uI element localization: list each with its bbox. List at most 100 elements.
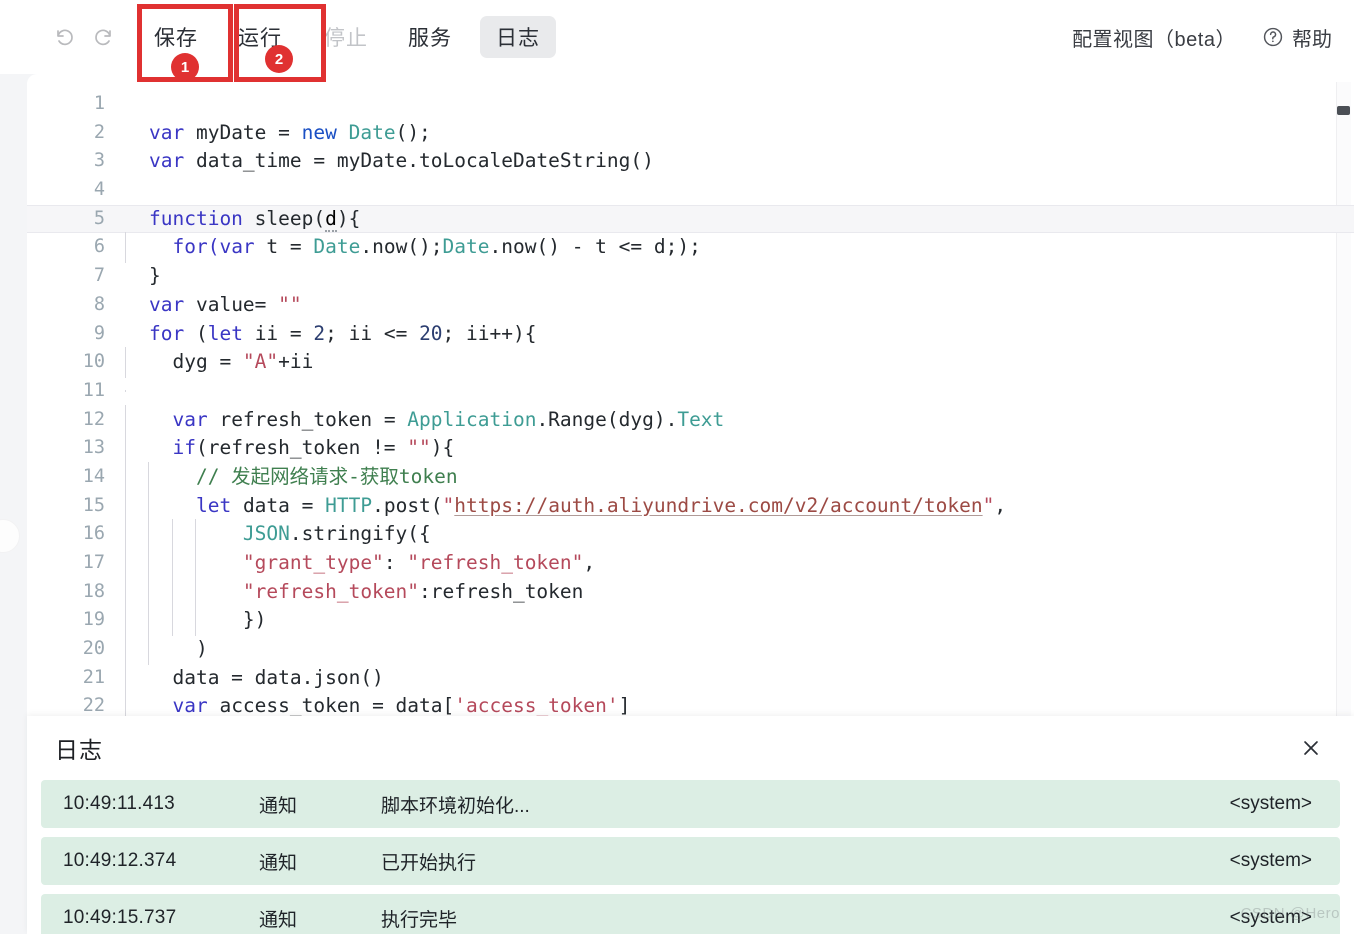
code-line[interactable]: 4 [27,176,1354,205]
log-row[interactable]: 10:49:15.737 通知 执行完毕 <system> [41,894,1340,934]
code-token: +ii [278,350,314,374]
code-line[interactable]: 1 [27,90,1354,119]
code-token: Date [348,120,396,144]
save-button[interactable]: 保存 [138,16,214,58]
code-token: }) [149,608,267,632]
line-number: 3 [93,150,105,172]
code-token: , [994,493,1007,517]
code-line[interactable]: 15 let data = HTTP.post("https://auth.al… [27,490,1354,522]
code-token: data_time = myDate.toLocaleDateString() [195,149,654,173]
code-line[interactable]: 7} [27,262,1354,291]
code-lines-container[interactable]: 1 2 var myDate = new Date(); 3 var data_time… [27,74,1354,716]
line-number: 2 [93,121,105,143]
code-line[interactable]: 12 var refresh_token = Application.Range… [27,404,1354,436]
log-rows-container: 10:49:11.413 通知 脚本环境初始化... <system> 10:49:12… [27,780,1354,934]
code-token: "refresh_token" [407,551,584,574]
code-line[interactable]: 11 [27,377,1354,406]
code-line[interactable]: 6 for(var t = Date.now();Date.now() - t … [27,232,1354,264]
code-line[interactable]: 20 ) [27,634,1354,665]
code-line[interactable]: 16 JSON.stringify({ [27,519,1354,551]
config-view-button[interactable]: 配置视图（beta） [1072,23,1236,52]
indent-guide [195,605,197,637]
log-time: 10:49:11.413 [63,793,175,814]
indent-guide [125,691,126,716]
indent-guide [125,347,126,378]
code-token: ){ [430,436,455,460]
line-number: 6 [93,236,105,258]
code-token: 'access_token' [454,694,619,716]
code-token: Application [407,407,537,431]
code-editor[interactable]: 1 2 var myDate = new Date(); 3 var data_time… [27,74,1354,716]
code-text: data = data.json() [123,662,1354,694]
indent-guide [125,232,126,264]
code-token: t = [266,235,314,259]
log-row[interactable]: 10:49:11.413 通知 脚本环境初始化... <system> [41,780,1340,828]
line-number: 5 [93,207,105,229]
code-token: "grant_type" [242,551,384,574]
code-token: :refresh_token [419,579,584,603]
help-circle-icon [1262,26,1284,48]
code-line[interactable]: 22 var access_token = data['access_token… [27,691,1354,716]
code-line[interactable]: 13 if(refresh_token != ""){ [27,433,1354,464]
indent-guide [125,433,126,464]
code-text: var value= "" [123,291,1354,320]
code-token: ) [149,637,208,661]
code-token: ){ [336,206,361,230]
code-line[interactable]: 21 data = data.json() [27,662,1354,694]
log-time: 10:49:15.737 [63,907,177,928]
code-line[interactable]: 3 var data_time = myDate.toLocaleDateStri… [27,147,1354,176]
code-line[interactable]: 18 "refresh_token":refresh_token [27,576,1354,608]
redo-icon[interactable] [84,17,124,57]
log-tab-button[interactable]: 日志 [480,16,556,58]
code-line[interactable]: 14 // 发起网络请求-获取token [27,461,1354,493]
code-token: " [982,493,995,517]
toolbar-left-group: 保存 运行 停止 服务 日志 [44,0,556,74]
code-token: .stringify({ [289,522,431,546]
line-number: 13 [82,437,105,459]
line-number: 16 [82,523,105,545]
log-source: <system> [1229,793,1312,814]
log-message: 脚本环境初始化... [381,795,530,817]
code-token: " [442,493,455,517]
code-line[interactable]: 9 for (let ii = 2; ii <= 20; ii++){ [27,320,1354,349]
code-line[interactable]: 8 var value= "" [27,291,1354,320]
toolbar-right-group: 配置视图（beta） 帮助 [1072,23,1336,52]
code-line[interactable]: 10 dyg = "A"+ii [27,347,1354,378]
undo-icon[interactable] [44,17,84,57]
code-token: "refresh_token" [242,579,420,603]
code-token: ii = [254,321,314,345]
log-level: 通知 [259,852,298,874]
indent-guide [125,662,126,694]
service-button[interactable]: 服务 [392,16,468,58]
indent-guide [195,519,197,551]
log-level: 通知 [259,795,298,817]
code-token: for( [149,235,220,259]
help-button[interactable]: 帮助 [1262,23,1332,52]
code-token: "A" [242,350,279,374]
code-token: .Range(dyg). [536,407,678,431]
indent-guide [148,576,150,608]
watermark: CSDN @Hero [1240,905,1340,922]
code-token: "" [278,292,302,316]
close-icon[interactable] [1294,731,1328,765]
code-text: dyg = "A"+ii [123,347,1354,378]
code-token: var [172,407,220,431]
code-token: let [207,321,255,345]
indent-guide [125,461,126,493]
code-text: var data_time = myDate.toLocaleDateStrin… [123,147,1354,176]
log-row[interactable]: 10:49:12.374 通知 已开始执行 <system> [41,837,1340,885]
code-token: access_token = data[ [219,694,455,716]
edge-handle-icon[interactable] [0,519,20,553]
code-token: if [172,436,196,460]
code-text: } [123,262,1354,291]
code-text: for(var t = Date.now();Date.now() - t <=… [123,232,1354,264]
code-text: let data = HTTP.post("https://auth.aliyu… [123,490,1354,522]
code-line[interactable]: 2 var myDate = new Date(); [27,119,1354,148]
code-line[interactable]: 17 "grant_type": "refresh_token", [27,548,1354,579]
code-line[interactable]: 5 function sleep(d){ [27,204,1354,234]
line-number: 19 [82,609,105,631]
code-token: value= [195,292,279,316]
code-line[interactable]: 19 }) [27,605,1354,637]
log-time: 10:49:12.374 [63,850,177,871]
